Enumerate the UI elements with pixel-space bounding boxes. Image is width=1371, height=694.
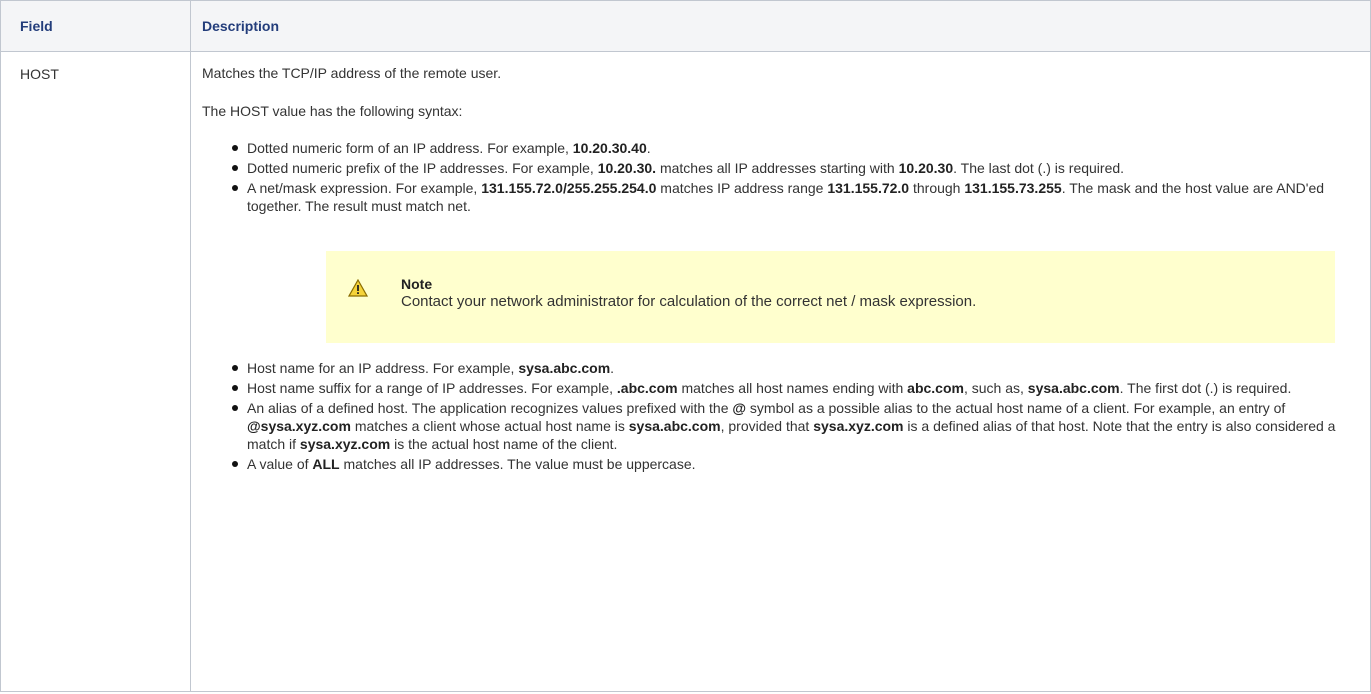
description-column-header: Description <box>190 0 1371 52</box>
list-item-text: matches IP address range <box>656 180 828 196</box>
note-panel: Note Contact your network administrator … <box>326 251 1335 343</box>
list-item-text: A value of <box>247 456 313 472</box>
list-item-text: matches all host names ending with <box>677 380 908 396</box>
list-item-text: . <box>610 360 615 376</box>
syntax-intro: The HOST value has the following syntax: <box>202 103 463 119</box>
bullet-icon <box>232 405 238 411</box>
bold-text: 10.20.30.40 <box>572 140 647 156</box>
list-item: Host name for an IP address. For example… <box>232 359 1360 377</box>
table-header-row: Field Description <box>0 0 1371 52</box>
bold-text: 131.155.73.255 <box>964 180 1062 196</box>
list-item-text: through <box>909 180 965 196</box>
syntax-list-continued: Host name for an IP address. For example… <box>202 359 1360 473</box>
bullet-icon <box>232 185 238 191</box>
syntax-list: Dotted numeric form of an IP address. Fo… <box>202 139 1360 215</box>
bullet-icon <box>232 145 238 151</box>
list-item-text: Host name for an IP address. For example… <box>247 360 519 376</box>
list-item-text: An alias of a defined host. The applicat… <box>247 400 733 416</box>
list-item: Host name suffix for a range of IP addre… <box>232 379 1360 397</box>
bold-text: 10.20.30 <box>898 160 954 176</box>
bold-text: ALL <box>312 456 340 472</box>
field-name-cell: HOST <box>0 51 191 692</box>
note-text: Contact your network administrator for c… <box>401 293 977 310</box>
list-item-text: , provided that <box>720 418 814 434</box>
bold-text: 131.155.72.0/255.255.254.0 <box>481 180 657 196</box>
bold-text: abc.com <box>907 380 964 396</box>
list-item-text: . The first dot (.) is required. <box>1119 380 1292 396</box>
note-title: Note <box>401 276 433 292</box>
bold-text: sysa.xyz.com <box>813 418 904 434</box>
list-item: A value of ALL matches all IP addresses.… <box>232 455 1360 473</box>
list-item: A net/mask expression. For example, 131.… <box>232 179 1360 215</box>
list-item-text: . <box>646 140 651 156</box>
list-item-text: A net/mask expression. For example, <box>247 180 482 196</box>
field-description-table: Field Description HOST Matches the TCP/I… <box>0 0 1371 692</box>
bold-text: 10.20.30. <box>597 160 657 176</box>
bullet-icon <box>232 461 238 467</box>
bold-text: @sysa.xyz.com <box>247 418 351 434</box>
list-item-text: Dotted numeric prefix of the IP addresse… <box>247 160 598 176</box>
warning-icon <box>348 279 368 297</box>
bold-text: sysa.abc.com <box>518 360 611 376</box>
bold-text: sysa.xyz.com <box>299 436 391 452</box>
field-column-header: Field <box>0 0 191 52</box>
list-item-text: is the actual host name of the client. <box>390 436 618 452</box>
list-item-text: Dotted numeric form of an IP address. Fo… <box>247 140 573 156</box>
list-item-text: symbol as a possible alias to the actual… <box>746 400 1286 416</box>
table-row: HOST Matches the TCP/IP address of the r… <box>0 51 1371 692</box>
description-intro: Matches the TCP/IP address of the remote… <box>202 65 502 81</box>
list-item: Dotted numeric prefix of the IP addresse… <box>232 159 1360 177</box>
bullet-icon <box>232 385 238 391</box>
list-item-text: matches all IP addresses starting with <box>656 160 899 176</box>
list-item-text: Host name suffix for a range of IP addre… <box>247 380 617 396</box>
bold-text: .abc.com <box>616 380 678 396</box>
bold-text: 131.155.72.0 <box>827 180 910 196</box>
list-item-text: matches all IP addresses. The value must… <box>339 456 696 472</box>
list-item-text: , such as, <box>963 380 1028 396</box>
list-item-text: matches a client whose actual host name … <box>350 418 629 434</box>
list-item: Dotted numeric form of an IP address. Fo… <box>232 139 1360 157</box>
list-item-text: . The last dot (.) is required. <box>953 160 1125 176</box>
bullet-icon <box>232 365 238 371</box>
list-item: An alias of a defined host. The applicat… <box>232 399 1360 453</box>
bold-text: @ <box>732 400 747 416</box>
bullet-icon <box>232 165 238 171</box>
bold-text: sysa.abc.com <box>1027 380 1120 396</box>
bold-text: sysa.abc.com <box>628 418 721 434</box>
description-cell: Matches the TCP/IP address of the remote… <box>190 51 1371 692</box>
